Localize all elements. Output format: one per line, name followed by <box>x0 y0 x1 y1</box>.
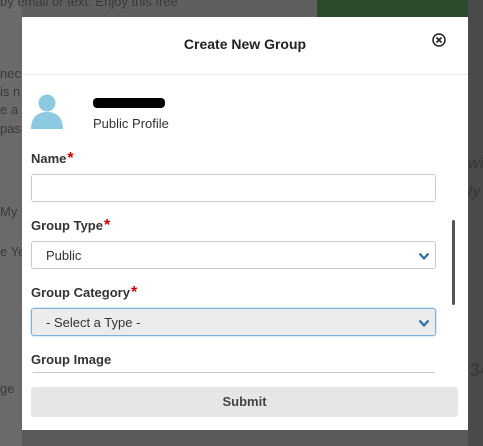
group-category-value: - Select a Type - <box>46 315 141 330</box>
group-category-select[interactable]: - Select a Type - <box>31 308 436 336</box>
close-icon[interactable] <box>432 33 446 47</box>
background-text: is n <box>0 84 21 99</box>
chevron-down-icon <box>418 252 430 261</box>
profile-visibility-label: Public Profile <box>93 116 169 131</box>
modal-title: Create New Group <box>183 36 307 52</box>
create-group-modal: Create New Group Public Profile Name* Gr <box>22 17 468 430</box>
required-mark: * <box>103 217 111 234</box>
background-text: wi <box>468 155 483 172</box>
background-text: Iy <box>468 183 481 200</box>
background-text: by email or text. Enjoy this free <box>0 0 178 9</box>
background-text: pas <box>0 121 21 136</box>
required-mark: * <box>130 284 138 301</box>
background-text: 34 <box>470 360 483 380</box>
background-banner <box>317 0 468 17</box>
group-type-value: Public <box>46 248 82 263</box>
group-image-field[interactable] <box>31 372 436 373</box>
name-label: Name* <box>31 150 74 168</box>
modal-scrollbar[interactable] <box>452 220 455 305</box>
modal-footer: Submit <box>22 377 468 430</box>
chevron-down-icon <box>418 319 430 328</box>
group-type-label-text: Group Type <box>31 218 103 233</box>
profile-name-redacted <box>93 98 165 108</box>
background-text: ge <box>0 381 15 396</box>
modal-body[interactable]: Public Profile Name* Group Type* Public … <box>22 75 468 373</box>
user-avatar-icon <box>30 93 64 129</box>
background-text: nec <box>0 66 21 81</box>
name-label-text: Name <box>31 151 67 166</box>
group-type-select[interactable]: Public <box>31 241 436 269</box>
submit-button[interactable]: Submit <box>31 387 458 417</box>
group-category-label-text: Group Category <box>31 285 130 300</box>
group-type-label: Group Type* <box>31 217 110 235</box>
modal-header: Create New Group <box>22 17 468 75</box>
background-bottom <box>22 430 468 446</box>
profile-summary: Public Profile <box>30 93 430 141</box>
required-mark: * <box>67 150 74 167</box>
name-input[interactable] <box>31 174 436 202</box>
background-text: e a <box>0 102 19 117</box>
group-image-label: Group Image <box>31 352 112 367</box>
group-category-label: Group Category* <box>31 284 137 302</box>
